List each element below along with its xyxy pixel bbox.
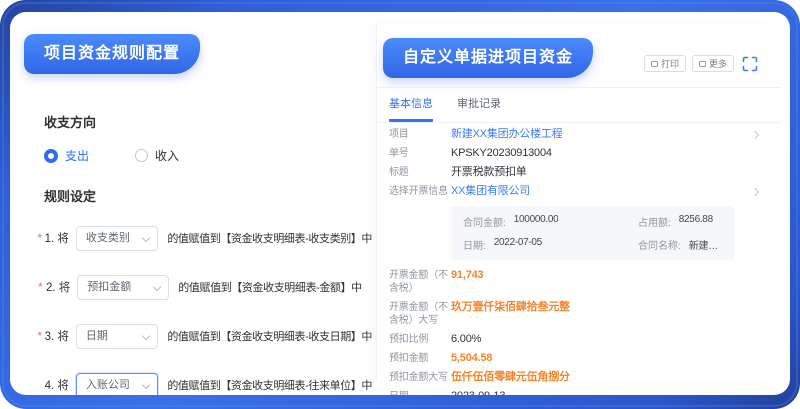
rule-2-field-select[interactable]: 预扣金额: [77, 275, 169, 300]
field-label: 开票金额（不含税）大写: [389, 301, 451, 327]
rule-3-field-select[interactable]: 日期: [76, 324, 158, 349]
basic-info-content: 项目 新建XX集团办公楼工程 单号 KPSKY20230913004 标题 开票…: [389, 125, 772, 379]
rule-prefix: 3. 将: [45, 328, 69, 344]
withhold-amount-value: 5,504.58: [451, 352, 492, 365]
field-label: 单号: [389, 147, 451, 160]
date-value: 2023-09-13: [451, 390, 505, 395]
chevron-right-icon[interactable]: [751, 130, 759, 138]
chevron-down-icon: [142, 331, 150, 339]
rule-row-4: 4. 将 入账公司 的值赋值到【资金收支明细表-往来单位】中: [36, 372, 372, 395]
radio-income-label: 收入: [155, 147, 179, 164]
chevron-down-icon: [142, 233, 150, 241]
rules-section-label: 规则设定: [44, 186, 372, 205]
more-button[interactable]: 更多: [692, 55, 734, 72]
doc-number-value: KPSKY20230913004: [451, 147, 552, 160]
field-label: 日期: [389, 390, 451, 395]
rule-suffix: 的值赋值到【资金收支明细表-收支类别】中: [167, 230, 372, 246]
rule-4-field-select[interactable]: 入账公司: [76, 373, 158, 396]
rule-1-field-select[interactable]: 收支类别: [76, 226, 158, 251]
print-button[interactable]: 打印: [644, 55, 686, 72]
row-withhold-ratio: 预扣比例 6.00%: [389, 330, 772, 349]
field-label: 项目: [389, 128, 451, 141]
field-label: 开票金额（不含税）: [389, 269, 451, 295]
row-withhold-amount-caps: 预扣金额大写 伍仟伍佰零肆元伍角捌分: [389, 368, 772, 387]
screenshot-stage: 项目资金规则配置 收支方向 支出 收入 规则设定 *: [0, 0, 800, 409]
rule-prefix: 2. 将: [46, 279, 70, 295]
document-toolbar: 打印 更多: [644, 55, 758, 72]
project-link[interactable]: 新建XX集团办公楼工程: [451, 128, 562, 141]
inner-white-area: 项目资金规则配置 收支方向 支出 收入 规则设定 *: [10, 12, 790, 395]
header-divider: [377, 87, 780, 88]
chevron-right-icon[interactable]: [751, 187, 759, 195]
contract-summary-box: 合同金额: 100000.00 占用额: 8256.88 日期: 2022-07…: [451, 206, 734, 260]
field-row-title: 标题 开票税款预扣单: [389, 163, 772, 182]
row-withhold-amount: 预扣金额 5,504.58: [389, 349, 772, 368]
field-row-invoice-info[interactable]: 选择开票信息 XX集团有限公司: [389, 182, 772, 201]
print-icon: [651, 61, 658, 67]
more-icon: [699, 61, 706, 67]
rule-prefix: 1. 将: [45, 230, 69, 246]
radio-income[interactable]: 收入: [135, 147, 179, 164]
tabs-divider: [377, 122, 780, 123]
fullscreen-expand-icon[interactable]: [742, 56, 758, 72]
contract-amount: 合同金额: 100000.00: [463, 214, 638, 229]
rule-row-3: * 3. 将 日期 的值赋值到【资金收支明细表-收支日期】中: [36, 323, 372, 349]
required-mark: *: [36, 329, 44, 343]
doc-title-value: 开票税款预扣单: [451, 166, 527, 179]
row-date: 日期 2023-09-13: [389, 387, 772, 395]
detail-tabs: 基本信息 审批记录: [389, 95, 780, 122]
rule-prefix: 4. 将: [45, 377, 69, 393]
tab-basic-info[interactable]: 基本信息: [389, 95, 433, 122]
field-label: 预扣比例: [389, 333, 451, 346]
rule-config-content: 收支方向 支出 收入 规则设定 * 1. 将: [32, 102, 372, 395]
tab-approval-record[interactable]: 审批记录: [457, 95, 501, 122]
required-mark: *: [36, 280, 45, 294]
radio-expense-label: 支出: [65, 147, 89, 164]
radio-expense[interactable]: 支出: [44, 147, 89, 164]
invoice-amount-value: 91,743: [451, 269, 483, 282]
contract-name: 合同名称: 新建XX集团办公楼工程施工总承包合同: [638, 237, 722, 252]
field-label: 标题: [389, 166, 451, 179]
document-panel-title: 自定义单据进项目资金: [383, 38, 593, 78]
direction-section-label: 收支方向: [44, 112, 372, 131]
withhold-amount-caps-value: 伍仟伍佰零肆元伍角捌分: [451, 371, 570, 384]
direction-radio-group: 支出 收入: [44, 147, 372, 164]
rule-row-1: * 1. 将 收支类别 的值赋值到【资金收支明细表-收支类别】中: [36, 225, 372, 251]
radio-selected-icon: [44, 149, 58, 163]
row-invoice-amount-caps: 开票金额（不含税）大写 玖万壹仟柒佰肆拾叁元整: [389, 298, 772, 330]
chevron-down-icon: [153, 282, 161, 290]
row-invoice-amount: 开票金额（不含税） 91,743: [389, 266, 772, 298]
field-label: 选择开票信息: [389, 185, 451, 198]
rule-suffix: 的值赋值到【资金收支明细表-往来单位】中: [167, 377, 372, 393]
required-mark: *: [36, 231, 44, 245]
chevron-down-icon: [142, 380, 150, 388]
rule-config-panel-title: 项目资金规则配置: [24, 34, 200, 74]
withhold-ratio-value: 6.00%: [451, 333, 481, 346]
contract-used-amount: 占用额: 8256.88: [638, 214, 722, 229]
invoice-amount-caps-value: 玖万壹仟柒佰肆拾叁元整: [451, 301, 570, 314]
invoice-company-link[interactable]: XX集团有限公司: [451, 185, 530, 198]
contract-date: 日期: 2022-07-05: [463, 237, 638, 252]
document-detail-panel: 自定义单据进项目资金 打印 更多: [376, 24, 780, 381]
rule-config-panel: 项目资金规则配置 收支方向 支出 收入 规则设定 *: [24, 24, 376, 381]
radio-unselected-icon: [135, 149, 148, 162]
field-row-doc-number: 单号 KPSKY20230913004: [389, 144, 772, 163]
rule-row-2: * 2. 将 预扣金额 的值赋值到【资金收支明细表-金额】中: [36, 274, 372, 300]
rule-suffix: 的值赋值到【资金收支明细表-金额】中: [178, 279, 361, 295]
field-label: 预扣金额: [389, 352, 451, 365]
field-label: 预扣金额大写: [389, 371, 451, 384]
rule-suffix: 的值赋值到【资金收支明细表-收支日期】中: [167, 328, 372, 344]
field-row-project[interactable]: 项目 新建XX集团办公楼工程: [389, 125, 772, 144]
